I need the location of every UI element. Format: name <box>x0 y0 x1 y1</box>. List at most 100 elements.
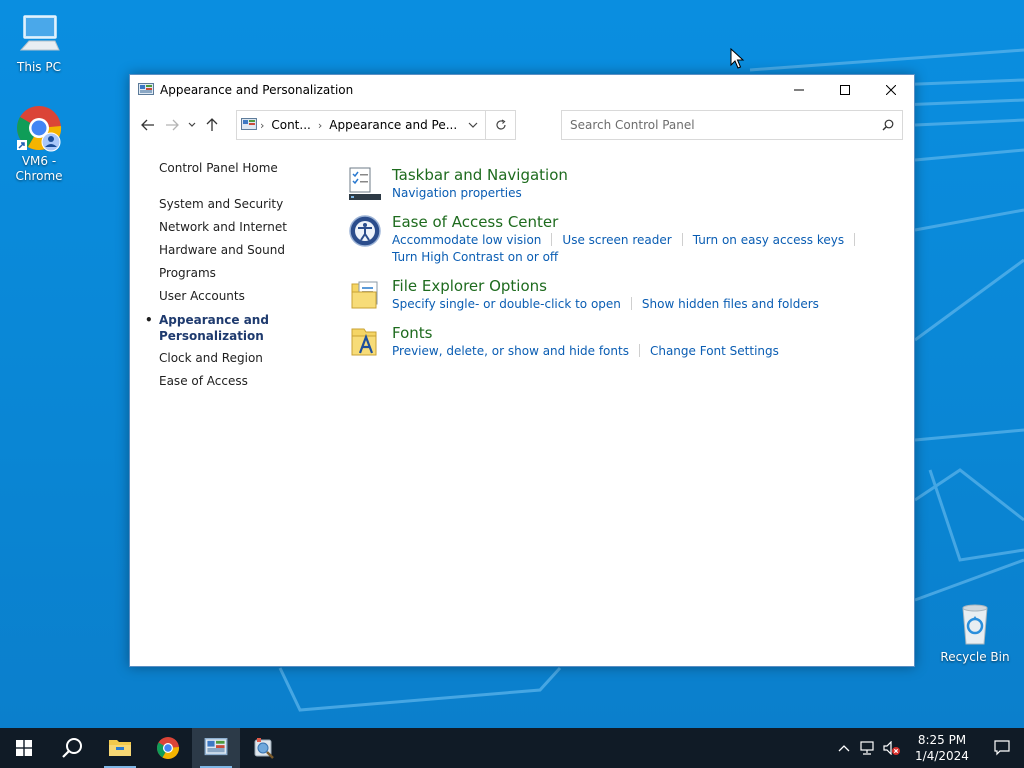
link-show-hidden-files[interactable]: Show hidden files and folders <box>642 297 819 311</box>
breadcrumb-separator[interactable]: › <box>260 119 264 132</box>
recycle-bin-icon <box>951 600 999 648</box>
back-button[interactable] <box>136 113 160 137</box>
chevron-down-icon <box>188 122 196 127</box>
taskbar-icon <box>349 167 381 200</box>
link-turn-on-easy-access-keys[interactable]: Turn on easy access keys <box>693 233 844 247</box>
search-taskbar-button[interactable] <box>48 728 96 768</box>
fonts-icon <box>351 328 377 356</box>
category-title[interactable]: Fonts <box>392 323 908 343</box>
category-taskbar-and-navigation: Taskbar and Navigation Navigation proper… <box>348 165 908 202</box>
sidebar-item-hardware-and-sound[interactable]: Hardware and Sound <box>159 239 329 262</box>
chevron-up-icon <box>838 745 850 752</box>
category-file-explorer-options: File Explorer Options Specify single- or… <box>348 276 908 313</box>
category-title[interactable]: Ease of Access Center <box>392 212 908 232</box>
link-accommodate-low-vision[interactable]: Accommodate low vision <box>392 233 541 247</box>
control-panel-icon <box>204 738 228 756</box>
link-separator <box>681 233 683 246</box>
search-box[interactable] <box>561 110 903 140</box>
up-button[interactable] <box>200 113 224 137</box>
arrow-up-icon <box>206 118 218 131</box>
file-explorer-icon <box>109 740 131 756</box>
sidebar-item-user-accounts[interactable]: User Accounts <box>159 285 329 308</box>
arrow-right-icon <box>166 119 179 131</box>
desktop-icon-label: This PC <box>17 60 61 74</box>
maximize-button[interactable] <box>822 75 868 105</box>
link-separator <box>551 233 553 246</box>
taskbar-file-explorer[interactable] <box>96 728 144 768</box>
clock-time: 8:25 PM <box>917 733 967 747</box>
sidebar-item-programs[interactable]: Programs <box>159 262 329 285</box>
sidebar-item-system-and-security[interactable]: System and Security <box>159 193 329 216</box>
clock-date: 1/4/2024 <box>915 749 969 763</box>
recent-locations-button[interactable] <box>184 113 200 137</box>
category-list: Taskbar and Navigation Navigation proper… <box>348 165 908 370</box>
clock[interactable]: 8:25 PM 1/4/2024 <box>904 732 980 764</box>
breadcrumb-control-panel[interactable]: Cont... <box>271 118 310 132</box>
link-use-screen-reader[interactable]: Use screen reader <box>562 233 671 247</box>
breadcrumb-separator[interactable]: › <box>318 119 322 132</box>
window-title: Appearance and Personalization <box>160 83 354 97</box>
minimize-button[interactable] <box>776 75 822 105</box>
control-panel-icon <box>138 83 154 95</box>
link-separator <box>630 297 632 310</box>
search-button[interactable] <box>874 111 902 139</box>
link-separator <box>854 233 856 246</box>
folder-options-icon <box>351 281 378 309</box>
category-title[interactable]: Taskbar and Navigation <box>392 165 908 185</box>
link-turn-high-contrast[interactable]: Turn High Contrast on or off <box>392 250 558 264</box>
refresh-icon <box>495 119 506 130</box>
sidebar-item-appearance-and-personalization: Appearance and Personalization <box>145 312 269 344</box>
taskbar: 8:25 PM 1/4/2024 <box>0 728 1024 768</box>
taskbar-control-panel[interactable] <box>192 728 240 768</box>
category-title[interactable]: File Explorer Options <box>392 276 908 296</box>
volume-button[interactable] <box>880 728 904 768</box>
breadcrumb-appearance[interactable]: Appearance and Pe... <box>329 118 457 132</box>
close-button[interactable] <box>868 75 914 105</box>
link-separator <box>638 344 640 357</box>
desktop-icon-recycle-bin[interactable]: Recycle Bin <box>937 600 1013 665</box>
show-hidden-icons-button[interactable] <box>832 728 856 768</box>
address-dropdown-button[interactable] <box>461 111 485 139</box>
system-tray: 8:25 PM 1/4/2024 <box>832 728 1024 768</box>
link-preview-delete-fonts[interactable]: Preview, delete, or show and hide fonts <box>392 344 629 358</box>
link-specify-click-to-open[interactable]: Specify single- or double-click to open <box>392 297 621 311</box>
address-bar[interactable]: › Cont... › Appearance and Pe... <box>236 110 516 140</box>
search-input[interactable] <box>570 118 874 132</box>
sidebar-item-ease-of-access[interactable]: Ease of Access <box>159 370 329 393</box>
computer-icon <box>15 10 63 58</box>
taskbar-system-tool[interactable] <box>240 728 288 768</box>
mouse-cursor-icon <box>730 48 745 69</box>
search-icon <box>882 119 894 131</box>
desktop-icon-label: VM6 - Chrome <box>15 154 63 183</box>
link-navigation-properties[interactable]: Navigation properties <box>392 186 522 200</box>
chrome-icon <box>15 104 63 152</box>
minimize-icon <box>794 89 804 91</box>
desktop-icon-label: Recycle Bin <box>940 650 1010 664</box>
forward-button[interactable] <box>160 113 184 137</box>
action-center-button[interactable] <box>980 728 1024 768</box>
desktop: This PC VM6 - Chrome Recycle Bin Appeara… <box>0 0 1024 728</box>
system-tool-icon <box>254 738 274 759</box>
category-fonts: Fonts Preview, delete, or show and hide … <box>348 323 908 360</box>
windows-logo-icon <box>16 740 32 756</box>
refresh-button[interactable] <box>485 111 515 139</box>
chrome-icon <box>157 737 180 760</box>
arrow-left-icon <box>141 119 154 131</box>
desktop-icon-this-pc[interactable]: This PC <box>1 10 77 75</box>
notification-icon <box>994 740 1010 756</box>
start-button[interactable] <box>0 728 48 768</box>
sidebar-home-link[interactable]: Control Panel Home <box>159 161 329 175</box>
link-change-font-settings[interactable]: Change Font Settings <box>650 344 779 358</box>
desktop-icon-vm6-chrome[interactable]: VM6 - Chrome <box>1 104 77 184</box>
ease-of-access-icon <box>349 215 381 247</box>
search-icon <box>62 738 82 758</box>
control-panel-window: Appearance and Personalization › Cont...… <box>129 74 915 667</box>
title-bar[interactable]: Appearance and Personalization <box>130 75 914 105</box>
network-icon <box>860 741 874 755</box>
chevron-down-icon <box>468 122 478 128</box>
sidebar-item-clock-and-region[interactable]: Clock and Region <box>159 347 329 370</box>
network-button[interactable] <box>856 728 880 768</box>
control-panel-icon <box>241 118 257 130</box>
taskbar-chrome[interactable] <box>144 728 192 768</box>
sidebar-item-network-and-internet[interactable]: Network and Internet <box>159 216 329 239</box>
